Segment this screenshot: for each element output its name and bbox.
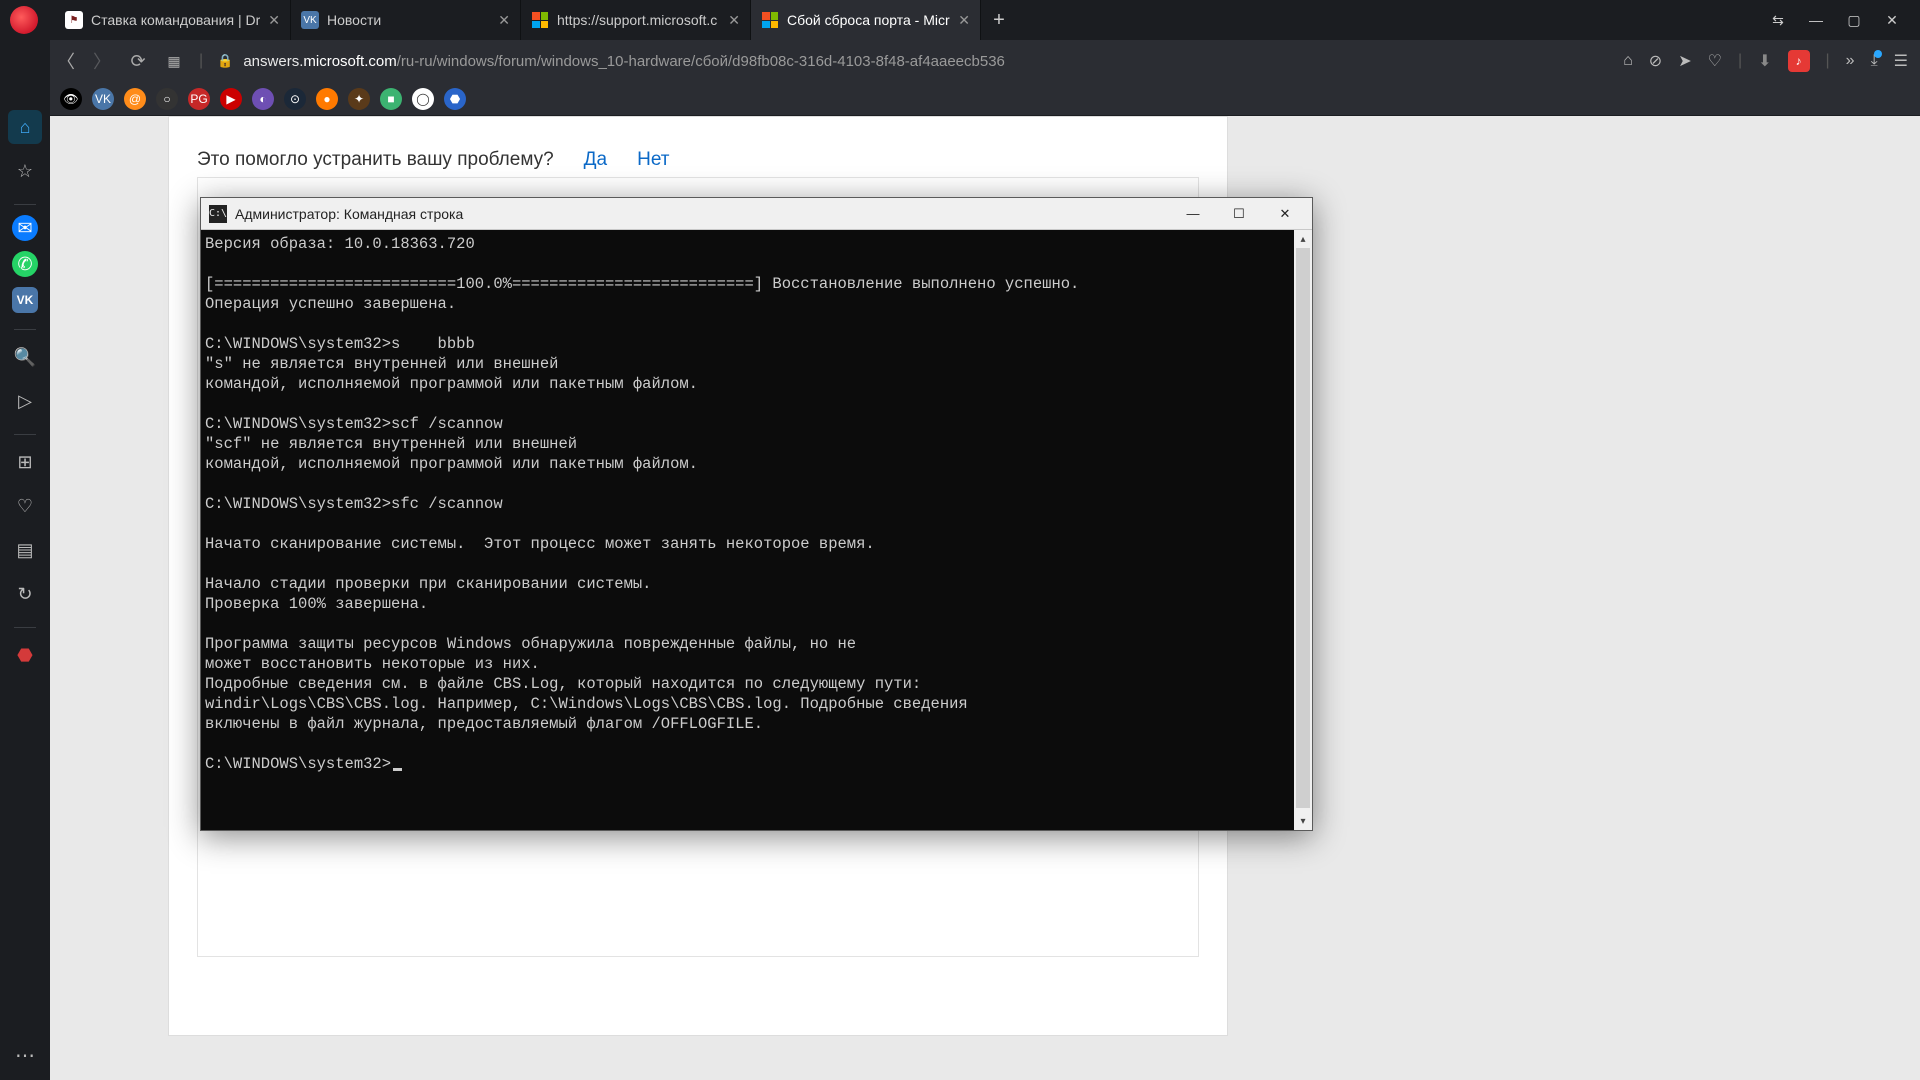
search-icon[interactable]: 🔍: [8, 340, 42, 374]
feedback-row: Это помогло устранить вашу проблему? Да …: [169, 117, 1227, 177]
cmd-cursor: [393, 768, 402, 771]
url-domain: microsoft.com: [303, 53, 396, 70]
tab-title: Ставка командования | Dr: [91, 12, 260, 28]
reload-button[interactable]: ⟳: [127, 51, 149, 72]
personal-news-icon[interactable]: ▤: [8, 533, 42, 567]
address-bar: 〈 〉 ⟳ ▦ | 🔒 answers.microsoft.com/ru-ru/…: [0, 40, 1920, 82]
bookmark-icon[interactable]: ○: [156, 88, 178, 110]
extensions-overflow-icon[interactable]: »: [1846, 52, 1855, 70]
feedback-yes[interactable]: Да: [584, 149, 607, 171]
browser-tab[interactable]: ⚑ Ставка командования | Dr ✕: [55, 0, 291, 40]
scroll-thumb[interactable]: [1296, 248, 1310, 808]
tab-strip: ⚑Ставка командования | Dr✕VKНовости✕http…: [0, 0, 1920, 40]
bookmark-icon[interactable]: ●: [316, 88, 338, 110]
shield-icon[interactable]: ⬣: [8, 638, 42, 672]
cmd-title: Администратор: Командная строка: [235, 206, 463, 222]
cmd-close-button[interactable]: ✕: [1262, 199, 1308, 229]
toolbar-right: ⌂ ⊘ ➤ ♡ | ⬇ ♪ | » ⤓ ☰: [1623, 50, 1908, 72]
new-tab-button[interactable]: +: [981, 0, 1017, 40]
bookmark-icon[interactable]: ⊙: [284, 88, 306, 110]
tab-favicon: VK: [301, 11, 319, 29]
bookmark-icon[interactable]: ✦: [348, 88, 370, 110]
tab-title: Сбой сброса порта - Micr: [787, 12, 950, 28]
heart-icon[interactable]: ♡: [1708, 51, 1722, 71]
messenger-icon[interactable]: ✉: [12, 215, 38, 241]
scroll-down-icon[interactable]: ▾: [1294, 812, 1312, 830]
bookmark-icon[interactable]: ■: [380, 88, 402, 110]
home-icon[interactable]: ⌂: [8, 110, 42, 144]
url-path: /ru-ru/windows/forum/windows_10-hardware…: [397, 53, 1005, 70]
bookmark-icon[interactable]: ▶: [220, 88, 242, 110]
minimize-button[interactable]: —: [1806, 12, 1826, 28]
maximize-button[interactable]: ▢: [1844, 12, 1864, 29]
url-field[interactable]: 🔒 answers.microsoft.com/ru-ru/windows/fo…: [217, 53, 1609, 70]
workspace-icon[interactable]: ⇆: [1768, 12, 1788, 29]
bookmark-bar: 👁 VK @ ○ PG ▶ ◐ ⊙ ● ✦ ■ ◯ ⬣: [0, 82, 1920, 116]
left-sidebar: ⌂ ☆ ✉ ✆ VK 🔍 ▷ ⊞ ♡ ▤ ↻ ⬣ ⋯: [0, 40, 50, 1080]
cmd-output[interactable]: Версия образа: 10.0.18363.720 [=========…: [201, 230, 1294, 830]
sidebar-settings-icon[interactable]: ⋯: [0, 1043, 50, 1068]
cmd-minimize-button[interactable]: —: [1170, 199, 1216, 229]
window-controls: ⇆ — ▢ ✕: [1750, 0, 1920, 40]
tab-close-icon[interactable]: ✕: [268, 12, 280, 29]
browser-tab[interactable]: Сбой сброса порта - Micr ✕: [751, 0, 981, 40]
download-complete-icon[interactable]: ⬇: [1758, 51, 1771, 71]
flow-icon[interactable]: ▷: [8, 384, 42, 418]
tab-title: https://support.microsoft.c: [557, 12, 720, 28]
speed-dial-button[interactable]: ▦: [163, 53, 185, 70]
back-button[interactable]: 〈: [55, 48, 77, 74]
apps-icon[interactable]: ⊞: [8, 445, 42, 479]
bookmark-icon[interactable]: 👁: [60, 88, 82, 110]
whatsapp-icon[interactable]: ✆: [12, 251, 38, 277]
vk-icon[interactable]: VK: [12, 287, 38, 313]
feedback-question: Это помогло устранить вашу проблему?: [197, 149, 554, 171]
bookmark-icon[interactable]: PG: [188, 88, 210, 110]
star-icon[interactable]: ☆: [8, 154, 42, 188]
history-icon[interactable]: ↻: [8, 577, 42, 611]
bookmark-icon[interactable]: @: [124, 88, 146, 110]
lock-icon: 🔒: [217, 53, 233, 69]
close-window-button[interactable]: ✕: [1882, 12, 1902, 29]
microsoft-favicon: [531, 11, 549, 29]
cmd-titlebar[interactable]: C:\ Администратор: Командная строка — ☐ …: [201, 198, 1312, 230]
send-icon[interactable]: ➤: [1678, 51, 1691, 71]
bookmark-icon[interactable]: VK: [92, 88, 114, 110]
bookmark-icon[interactable]: ◐: [252, 88, 274, 110]
snapshot-icon[interactable]: ⌂: [1623, 52, 1633, 70]
music-player-icon[interactable]: ♪: [1788, 50, 1810, 72]
opera-logo[interactable]: [10, 6, 38, 34]
bookmark-icon[interactable]: ⬣: [444, 88, 466, 110]
scroll-up-icon[interactable]: ▴: [1294, 230, 1312, 248]
tab-favicon: ⚑: [65, 11, 83, 29]
tab-close-icon[interactable]: ✕: [498, 12, 510, 29]
pinboards-icon[interactable]: ♡: [8, 489, 42, 523]
feedback-no[interactable]: Нет: [637, 149, 669, 171]
cmd-window[interactable]: C:\ Администратор: Командная строка — ☐ …: [200, 197, 1313, 831]
tab-title: Новости: [327, 12, 490, 28]
browser-tab[interactable]: VK Новости ✕: [291, 0, 521, 40]
tab-close-icon[interactable]: ✕: [958, 12, 970, 29]
easy-setup-icon[interactable]: ☰: [1894, 51, 1908, 71]
browser-tab[interactable]: https://support.microsoft.c ✕: [521, 0, 751, 40]
microsoft-favicon: [761, 11, 779, 29]
cmd-scrollbar[interactable]: ▴ ▾: [1294, 230, 1312, 830]
forward-button[interactable]: 〉: [91, 48, 113, 74]
adblock-icon[interactable]: ⊘: [1649, 51, 1662, 71]
cmd-maximize-button[interactable]: ☐: [1216, 199, 1262, 229]
bookmark-icon[interactable]: ◯: [412, 88, 434, 110]
cmd-icon: C:\: [209, 205, 227, 223]
url-prefix: answers.: [243, 53, 303, 70]
downloads-icon[interactable]: ⤓: [1871, 52, 1878, 70]
tab-close-icon[interactable]: ✕: [728, 12, 740, 29]
